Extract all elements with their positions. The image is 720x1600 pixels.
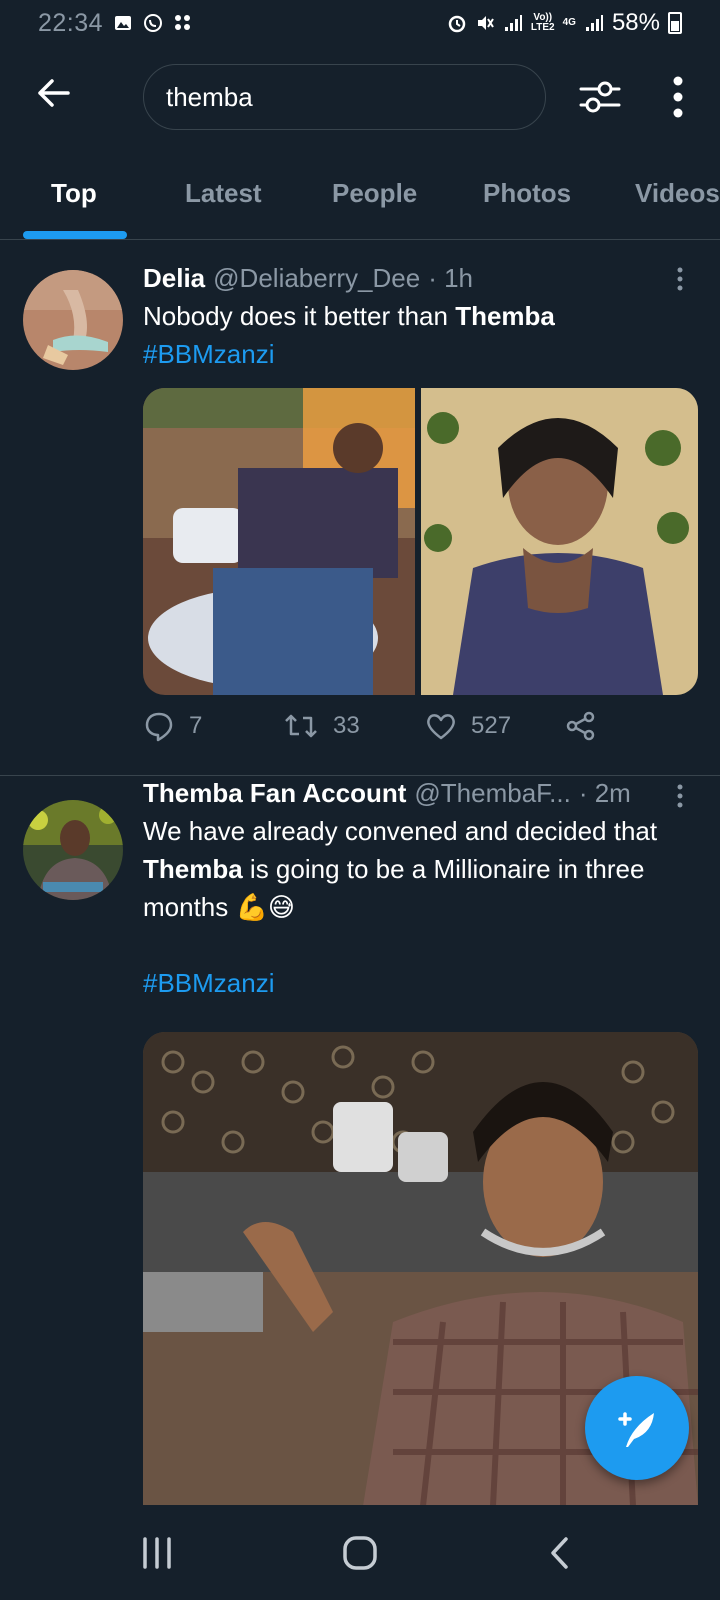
recents-button[interactable]: [132, 1533, 182, 1573]
system-back-button[interactable]: [535, 1533, 585, 1573]
alarm-icon: [448, 15, 466, 33]
more-options-button[interactable]: [664, 72, 692, 122]
tweet-header: Delia @Deliaberry_Dee · 1h: [143, 263, 473, 294]
avatar-image: [23, 270, 123, 370]
filter-sliders-icon: [579, 81, 621, 113]
retweet-count: 33: [333, 712, 360, 739]
more-vertical-icon: [677, 267, 683, 291]
net-type-indicator: 4G: [562, 17, 576, 28]
compose-tweet-button[interactable]: [585, 1376, 689, 1480]
more-vertical-icon: [677, 784, 683, 808]
compose-tweet-icon: [618, 1412, 654, 1447]
like-button[interactable]: 527: [425, 710, 511, 742]
reply-icon: [145, 712, 173, 742]
home-icon: [343, 1536, 377, 1570]
highlight-keyword: Themba: [143, 854, 243, 884]
author-name[interactable]: Themba Fan Account: [143, 778, 406, 809]
avatar-image: [23, 800, 123, 900]
search-header: [0, 50, 720, 145]
author-handle[interactable]: @ThembaF...: [414, 778, 570, 809]
system-nav-bar: [0, 1505, 720, 1600]
highlight-keyword: Themba: [455, 301, 555, 331]
tweet-menu-button[interactable]: [670, 265, 690, 295]
whatsapp-icon: [144, 14, 163, 32]
tab-people[interactable]: People: [332, 178, 417, 209]
recents-icon: [143, 1537, 171, 1569]
reply-count: 7: [189, 712, 203, 739]
tweet-actions: 7 33 527: [143, 710, 663, 750]
home-button[interactable]: [335, 1533, 385, 1573]
media-photos: [143, 388, 698, 695]
more-vertical-icon: [673, 76, 683, 118]
status-time: 22:34: [38, 8, 104, 37]
back-arrow-icon: [38, 79, 70, 107]
tweet-header: Themba Fan Account @ThembaF... · 2m: [143, 778, 631, 809]
nav-back-icon: [551, 1537, 568, 1569]
search-input[interactable]: [144, 65, 545, 129]
retweet-button[interactable]: 33: [283, 710, 360, 742]
back-button[interactable]: [30, 70, 76, 116]
notification-dots-icon: [175, 15, 191, 30]
author-handle[interactable]: @Deliaberry_Dee: [213, 263, 420, 294]
tweet-menu-button[interactable]: [670, 782, 690, 812]
hashtag-link[interactable]: #BBMzanzi: [143, 968, 275, 998]
mute-icon: [477, 16, 494, 30]
signal-icon-2: [585, 15, 603, 31]
active-tab-indicator: [23, 231, 127, 239]
author-name[interactable]: Delia: [143, 263, 205, 294]
tweet-media-grid[interactable]: [143, 388, 698, 695]
like-count: 527: [471, 712, 512, 739]
avatar[interactable]: [23, 800, 123, 900]
battery-percent: 58%: [611, 9, 660, 36]
tweet-time: · 2m: [578, 778, 631, 808]
search-filter-button[interactable]: [575, 72, 625, 122]
volte-indicator: Vo)) LTE2: [530, 12, 555, 33]
avatar[interactable]: [23, 270, 123, 370]
tweet-text: We have already convened and decided tha…: [143, 816, 658, 998]
search-tabs: Top Latest People Photos Videos: [0, 160, 720, 240]
tab-videos[interactable]: Videos: [635, 178, 720, 209]
share-icon: [566, 711, 595, 741]
tab-latest[interactable]: Latest: [185, 178, 262, 209]
tweet-card[interactable]: Delia @Deliaberry_Dee · 1h Nobody does i…: [0, 245, 720, 775]
retweet-icon: [285, 714, 317, 738]
signal-icon: [504, 15, 522, 31]
battery-icon: [668, 12, 682, 34]
tab-photos[interactable]: Photos: [483, 178, 571, 209]
search-box[interactable]: [143, 64, 546, 130]
reply-button[interactable]: 7: [143, 710, 202, 742]
tweet-time: · 1h: [428, 263, 474, 293]
emoji: 💪😅: [235, 892, 295, 922]
tab-top[interactable]: Top: [51, 178, 97, 209]
tweet-text: Nobody does it better than Themba #BBMza…: [143, 301, 555, 369]
gallery-icon: [115, 16, 132, 30]
hashtag-link[interactable]: #BBMzanzi: [143, 339, 275, 369]
share-button[interactable]: [565, 710, 597, 742]
like-heart-icon: [427, 714, 455, 740]
status-bar: 22:34 Vo)) LTE2 4G 58%: [0, 0, 720, 46]
